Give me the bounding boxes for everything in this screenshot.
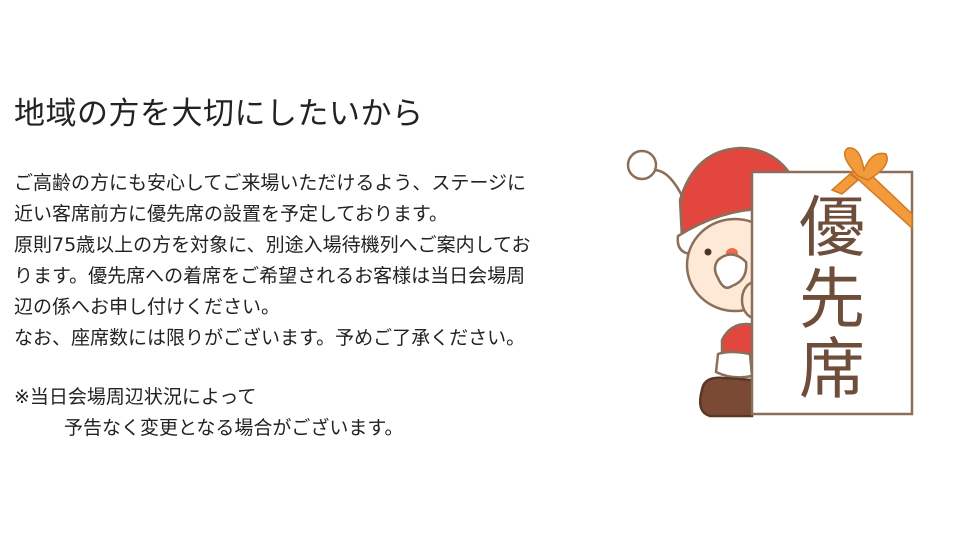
paragraph-line: 近い客席前方に優先席の設置を予定しております。 [14,203,448,225]
description-paragraph: ご高齢の方にも安心してご来場いただけるよう、ステージに 近い客席前方に優先席の設… [14,168,614,354]
note-block: ※当日会場周辺状況によって 予告なく変更となる場合がございます。 [14,382,404,444]
note-line: 予告なく変更となる場合がございます。 [64,417,404,439]
note-line: ※当日会場周辺状況によって [14,386,257,408]
slide: 地域の方を大切にしたいから ご高齢の方にも安心してご来場いただけるよう、ステージ… [0,0,960,540]
hat-tip [653,168,686,201]
santa-holding-sign-icon: 優 先 席 [620,140,920,425]
paragraph-line: 辺の係へお申し付けください。 [14,296,281,318]
hat-pompom [626,149,658,181]
paragraph-line: なお、座席数には限りがございます。予めご了承ください。 [14,327,526,349]
santa-boot [699,376,754,418]
santa-cuff [714,350,754,379]
santa-eye [704,248,712,256]
sign-text-char: 先 [799,261,865,338]
paragraph-line: ります。優先席への着席をご希望されるお客様は当日会場周 [14,265,526,287]
paragraph-line: 原則75歳以上の方を対象に、別途入場待機列へご案内してお [14,234,531,256]
paragraph-line: ご高齢の方にも安心してご来場いただけるよう、ステージに [14,172,527,194]
page-title: 地域の方を大切にしたいから [14,96,424,132]
sign-text-char: 優 [799,189,865,266]
sign-text-char: 席 [799,331,865,408]
